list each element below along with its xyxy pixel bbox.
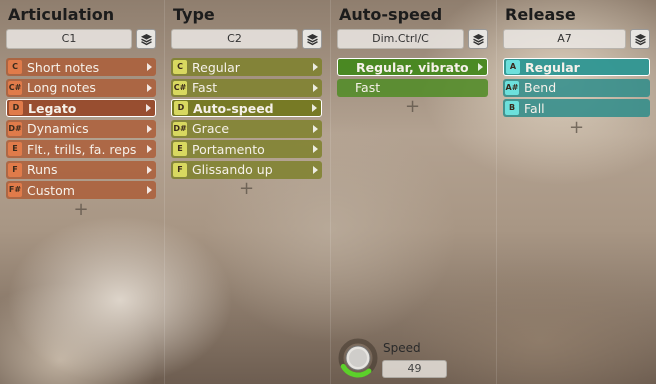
column-release: Release A7 A Regular A# Bend B Fall + [496, 0, 656, 384]
speed-knob[interactable] [338, 338, 378, 378]
key-badge: B [505, 101, 519, 115]
list-item-label: Grace [192, 121, 230, 136]
chevron-right-icon[interactable] [313, 145, 318, 153]
keyswitch-selector[interactable]: C1 [6, 29, 132, 49]
list-item[interactable]: F# Custom [6, 181, 156, 199]
list-item-label: Custom [27, 182, 75, 198]
chevron-right-icon[interactable] [478, 63, 483, 71]
chevron-right-icon[interactable] [147, 83, 152, 92]
list-item[interactable]: E Portamento [171, 140, 322, 158]
key-badge: C# [8, 80, 22, 95]
column-title: Articulation [8, 5, 115, 24]
chevron-right-icon[interactable] [147, 186, 152, 194]
key-badge: F# [8, 183, 22, 197]
list-item[interactable]: E Flt., trills, fa. reps [6, 140, 156, 158]
selector-row: A7 [503, 29, 650, 49]
list-item-label: Bend [524, 80, 557, 95]
keyswitch-selector[interactable]: A7 [503, 29, 626, 49]
column-title: Release [505, 5, 576, 24]
key-badge: C# [173, 80, 187, 95]
list-item[interactable]: B Fall [503, 99, 650, 117]
list-item-label: Fast [192, 80, 218, 95]
list-item-label: Flt., trills, fa. reps [27, 141, 137, 157]
key-badge: F [8, 162, 22, 177]
list-item[interactable]: D# Grace [171, 119, 322, 138]
list-item-label: Regular, vibrato [356, 59, 469, 75]
add-item-button[interactable]: + [171, 180, 322, 198]
keyswitch-selector[interactable]: C2 [171, 29, 298, 49]
speed-control: Speed 49 [338, 336, 458, 380]
articulation-list: Regular, vibrato Fast + [337, 58, 488, 116]
list-item[interactable]: C# Long notes [6, 78, 156, 97]
keyswitch-selector[interactable]: Dim.Ctrl/C [337, 29, 464, 49]
chevron-right-icon[interactable] [147, 165, 152, 174]
list-item[interactable]: D Legato [6, 99, 156, 117]
layers-icon[interactable] [468, 29, 488, 49]
list-item[interactable]: D Auto-speed [171, 99, 322, 117]
list-item-label: Portamento [192, 141, 265, 157]
speed-label: Speed [383, 341, 421, 355]
layers-icon[interactable] [630, 29, 650, 49]
list-item-label: Short notes [27, 59, 100, 75]
column-title: Type [173, 5, 215, 24]
list-item[interactable]: F Runs [6, 160, 156, 179]
list-item-label: Fast [355, 80, 381, 95]
list-item[interactable]: D# Dynamics [6, 119, 156, 138]
list-item[interactable]: C Short notes [6, 58, 156, 76]
list-item[interactable]: Regular, vibrato [337, 58, 488, 76]
chevron-right-icon[interactable] [313, 124, 318, 133]
add-item-button[interactable]: + [337, 98, 488, 116]
column-articulation: Articulation C1 C Short notes C# Long notes D L… [0, 0, 162, 384]
chevron-right-icon[interactable] [313, 83, 318, 92]
list-item-label: Glissando up [192, 162, 273, 177]
add-item-button[interactable]: + [503, 118, 650, 136]
add-item-button[interactable]: + [6, 200, 156, 218]
chevron-right-icon[interactable] [313, 63, 318, 71]
list-item-label: Regular [525, 59, 580, 75]
list-item[interactable]: C Regular [171, 58, 322, 76]
key-badge: D [9, 101, 23, 115]
key-badge: D [174, 101, 188, 115]
key-badge: C [8, 60, 22, 74]
list-item[interactable]: A Regular [503, 58, 650, 76]
key-badge: C [173, 60, 187, 74]
selector-row: C1 [6, 29, 156, 49]
key-badge: F [173, 162, 187, 177]
layers-icon[interactable] [302, 29, 322, 49]
chevron-right-icon[interactable] [146, 104, 151, 112]
key-badge: A# [505, 80, 519, 95]
list-item[interactable]: Fast [337, 78, 488, 97]
chevron-right-icon[interactable] [147, 63, 152, 71]
articulation-list: C Short notes C# Long notes D Legato D# Dynamic… [6, 58, 156, 218]
key-badge: A [506, 60, 520, 74]
selector-row: Dim.Ctrl/C [337, 29, 488, 49]
list-item-label: Auto-speed [193, 100, 274, 116]
list-item-label: Runs [27, 162, 58, 177]
articulation-list: C Regular C# Fast D Auto-speed D# Grace E Portame… [171, 58, 322, 198]
speed-value-field[interactable]: 49 [382, 360, 447, 378]
list-item-label: Long notes [27, 80, 96, 95]
column-type: Type C2 C Regular C# Fast D Auto-speed D# Grace E P… [164, 0, 328, 384]
key-badge: D# [173, 121, 187, 136]
chevron-right-icon[interactable] [313, 165, 318, 174]
key-badge: D# [8, 121, 22, 136]
list-item[interactable]: C# Fast [171, 78, 322, 97]
key-badge: E [8, 142, 22, 156]
key-badge: E [173, 142, 187, 156]
list-item[interactable]: A# Bend [503, 78, 650, 97]
list-item[interactable]: F Glissando up [171, 160, 322, 179]
chevron-right-icon[interactable] [312, 104, 317, 112]
list-item-label: Legato [28, 100, 77, 116]
list-item-label: Dynamics [27, 121, 89, 136]
layers-icon[interactable] [136, 29, 156, 49]
selector-row: C2 [171, 29, 322, 49]
column-auto-speed: Auto-speed Dim.Ctrl/C Regular, vibrato Fast… [330, 0, 494, 384]
chevron-right-icon[interactable] [147, 145, 152, 153]
list-item-label: Regular [192, 59, 240, 75]
list-item-label: Fall [524, 100, 545, 116]
column-title: Auto-speed [339, 5, 443, 24]
chevron-right-icon[interactable] [147, 124, 152, 133]
articulation-list: A Regular A# Bend B Fall + [503, 58, 650, 136]
